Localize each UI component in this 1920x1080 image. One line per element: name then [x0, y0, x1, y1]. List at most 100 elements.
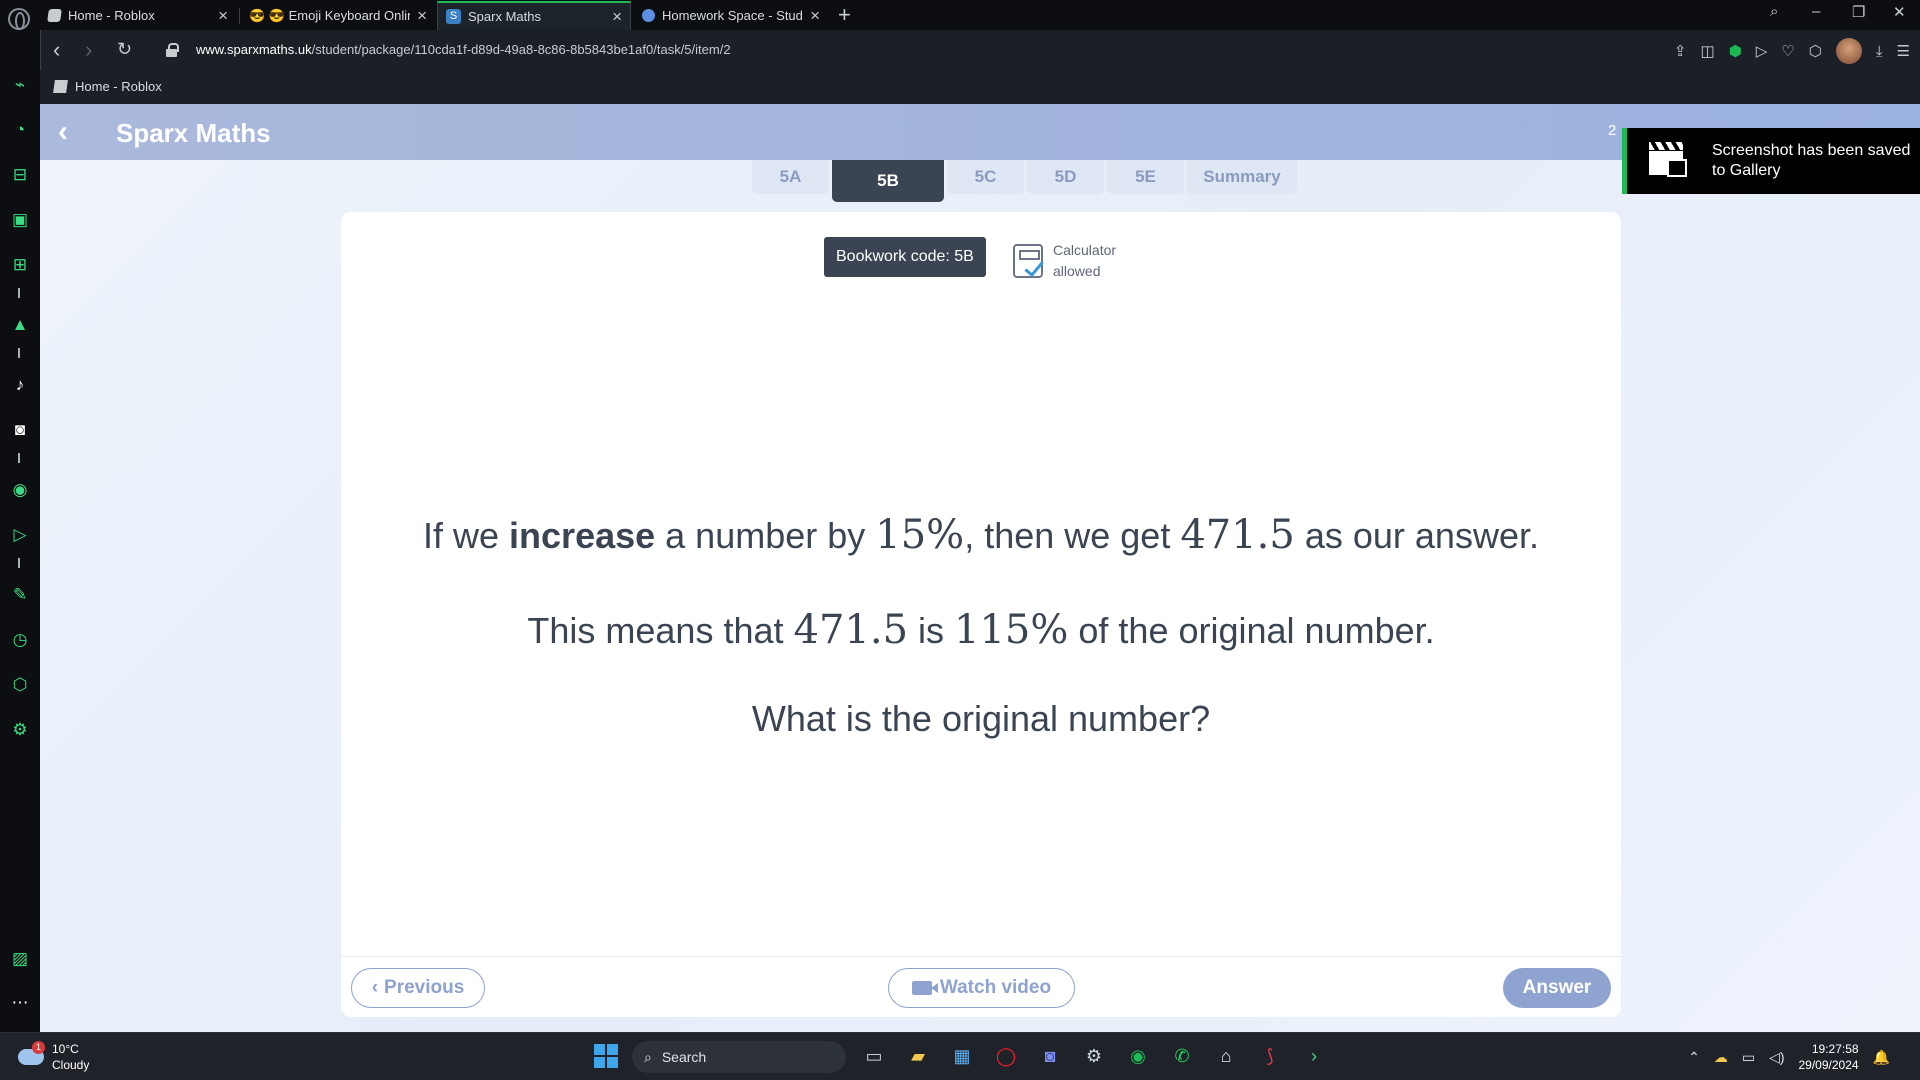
more-icon[interactable]: ⋯ — [9, 992, 31, 1014]
clock[interactable]: 19:27:58 29/09/2024 — [1799, 1041, 1859, 1073]
mouse-app-icon[interactable]: ⌂ — [1213, 1043, 1239, 1069]
system-tray: ⌃ ☁ ▭ ◁) 19:27:58 29/09/2024 🔔 — [1688, 1041, 1890, 1073]
tab-5a[interactable]: 5A — [752, 160, 829, 194]
sidebar-separator — [18, 558, 20, 568]
chevron-up-icon[interactable]: ⌃ — [1688, 1049, 1700, 1066]
tab-sparx-maths[interactable]: S Sparx Maths × — [437, 1, 631, 30]
url-field[interactable]: www.sparxmaths.uk/student/package/110cda… — [196, 42, 731, 57]
extensions-icon[interactable]: ⬡ — [1809, 42, 1822, 60]
sidebar-separator — [18, 453, 20, 463]
settings-icon[interactable]: ⚙ — [9, 719, 31, 741]
steam-icon[interactable]: ⚙ — [1081, 1043, 1107, 1069]
gallery-icon[interactable]: ▨ — [9, 948, 31, 970]
weather-widget[interactable]: 1 10°C Cloudy — [18, 1041, 89, 1073]
avatar[interactable] — [1835, 38, 1862, 64]
new-tab-button[interactable]: + — [838, 2, 851, 28]
forward-icon[interactable]: › — [85, 37, 92, 63]
tiktok-icon[interactable]: ♪ — [9, 374, 31, 396]
edit-icon[interactable]: ✎ — [9, 584, 31, 606]
tab-separator — [239, 8, 240, 24]
opera-gx-icon[interactable]: ◯ — [993, 1043, 1019, 1069]
redragon-icon[interactable]: ⟆ — [1257, 1043, 1283, 1069]
calculator-label: Calculator allowed — [1053, 240, 1133, 282]
tab-roblox[interactable]: Home - Roblox × — [40, 1, 236, 30]
discord-icon[interactable]: ◙ — [1037, 1043, 1063, 1069]
q1-percent: 15% — [875, 512, 965, 558]
browser-tab-strip: Home - Roblox × 😎 😎 Emoji Keyboard Onlin… — [0, 0, 1920, 30]
previous-button[interactable]: ‹ Previous — [351, 968, 485, 1008]
answer-button[interactable]: Answer — [1503, 968, 1611, 1008]
menu-icon[interactable]: ☰ — [1897, 42, 1910, 60]
share-icon[interactable]: ⇪ — [1674, 42, 1687, 60]
back-icon[interactable]: ‹ — [53, 37, 60, 63]
reload-icon[interactable]: ↻ — [117, 39, 132, 60]
download-icon[interactable]: ⤓ — [1876, 43, 1883, 60]
app-launcher-icon[interactable]: › — [1301, 1043, 1327, 1069]
network-icon[interactable]: ▭ — [1742, 1049, 1755, 1066]
back-chevron-icon[interactable]: ‹ — [58, 117, 80, 147]
windows-taskbar: 1 10°C Cloudy ⌕ Search ▭ ▰ ▦ ◯ ◙ ⚙ ◉ ✆ ⌂… — [0, 1032, 1920, 1080]
discord-icon[interactable]: ◙ — [9, 419, 31, 441]
aria-icon[interactable]: ▲ — [9, 314, 31, 336]
send-icon[interactable]: ▷ — [1756, 42, 1768, 60]
tab-5c[interactable]: 5C — [947, 160, 1024, 194]
notifications-bell-icon[interactable]: 🔔 — [1873, 1049, 1890, 1066]
tab-emoji-keyboard[interactable]: 😎 😎 Emoji Keyboard Online × — [241, 1, 435, 30]
tab-5d[interactable]: 5D — [1027, 160, 1104, 194]
speed-dial-icon[interactable]: ◔ — [9, 119, 31, 141]
screenshot-toast[interactable]: Screenshot has been saved to Gallery — [1622, 128, 1920, 194]
whatsapp-icon[interactable]: ✆ — [1169, 1043, 1195, 1069]
roblox-icon — [47, 9, 62, 22]
watch-video-button[interactable]: Watch video — [888, 968, 1075, 1008]
minimize-button[interactable]: – — [1812, 3, 1820, 20]
restore-button[interactable]: ❐ — [1852, 3, 1865, 21]
chevron-left-icon: ‹ — [371, 977, 379, 998]
tab-5e[interactable]: 5E — [1107, 160, 1184, 194]
opera-logo-icon[interactable] — [8, 8, 30, 30]
q1-text: as our answer. — [1294, 515, 1539, 556]
task-view-icon[interactable]: ▭ — [861, 1043, 887, 1069]
task-tabs: 5A 5B 5C 5D 5E Summary — [752, 160, 1297, 202]
gamepad-icon[interactable]: ⌁ — [9, 74, 31, 96]
onedrive-icon[interactable]: ☁ — [1714, 1049, 1728, 1066]
calculator-allowed: Calculator allowed — [1013, 240, 1133, 282]
cloud-icon: 1 — [18, 1041, 45, 1065]
close-icon[interactable]: × — [612, 7, 622, 27]
close-icon[interactable]: × — [810, 6, 820, 26]
send-icon[interactable]: ▷ — [9, 524, 31, 546]
box-icon[interactable]: ⬡ — [9, 674, 31, 696]
browser-sidebar: ⌁ ◔ ⊟ ▣ ⊞ ▲ ♪ ◙ ◉ ▷ ✎ ◷ ⬡ ⚙ ▨ ⋯ — [0, 30, 40, 1032]
vpn-shield-icon[interactable]: ⬢ — [1729, 42, 1742, 60]
search-label: Search — [661, 1049, 707, 1065]
twitch-icon[interactable]: ▣ — [9, 209, 31, 231]
store-icon[interactable]: ▦ — [949, 1043, 975, 1069]
taskbar-search[interactable]: ⌕ Search — [632, 1041, 846, 1073]
tab-summary[interactable]: Summary — [1187, 160, 1297, 194]
start-button[interactable] — [593, 1043, 619, 1069]
history-icon[interactable]: ◷ — [9, 629, 31, 651]
volume-icon[interactable]: ◁) — [1769, 1049, 1784, 1066]
tab-label: Homework Space - StudyX — [662, 8, 804, 23]
player-icon[interactable]: ◉ — [9, 479, 31, 501]
heart-icon[interactable]: ♡ — [1781, 42, 1794, 60]
file-explorer-icon[interactable]: ▰ — [905, 1043, 931, 1069]
close-icon[interactable]: × — [218, 6, 228, 26]
tab-studyx[interactable]: Homework Space - StudyX × — [634, 1, 828, 30]
studyx-icon — [642, 9, 655, 22]
spotify-icon[interactable]: ◉ — [1125, 1043, 1151, 1069]
clock-date: 29/09/2024 — [1798, 1058, 1859, 1072]
chip-icon[interactable]: ⊞ — [9, 254, 31, 276]
roblox-icon — [53, 80, 68, 93]
camera-icon[interactable]: ◫ — [1701, 42, 1715, 60]
close-window-button[interactable]: ✕ — [1893, 3, 1906, 21]
search-tabs-icon[interactable]: ⌕ — [1770, 3, 1778, 20]
check-icon — [1024, 256, 1044, 278]
bookmark-roblox[interactable]: Home - Roblox — [53, 79, 162, 94]
shopping-icon[interactable]: ⊟ — [9, 164, 31, 186]
calculator-icon — [1013, 244, 1044, 278]
calculator-line-2: allowed — [1053, 263, 1101, 279]
q2-text: This means that — [527, 610, 794, 651]
tab-5b[interactable]: 5B — [832, 160, 944, 202]
sparx-page: ‹ Sparx Maths 2 5A 5B 5C 5D 5E Summary B… — [40, 104, 1920, 1032]
close-icon[interactable]: × — [417, 6, 427, 26]
